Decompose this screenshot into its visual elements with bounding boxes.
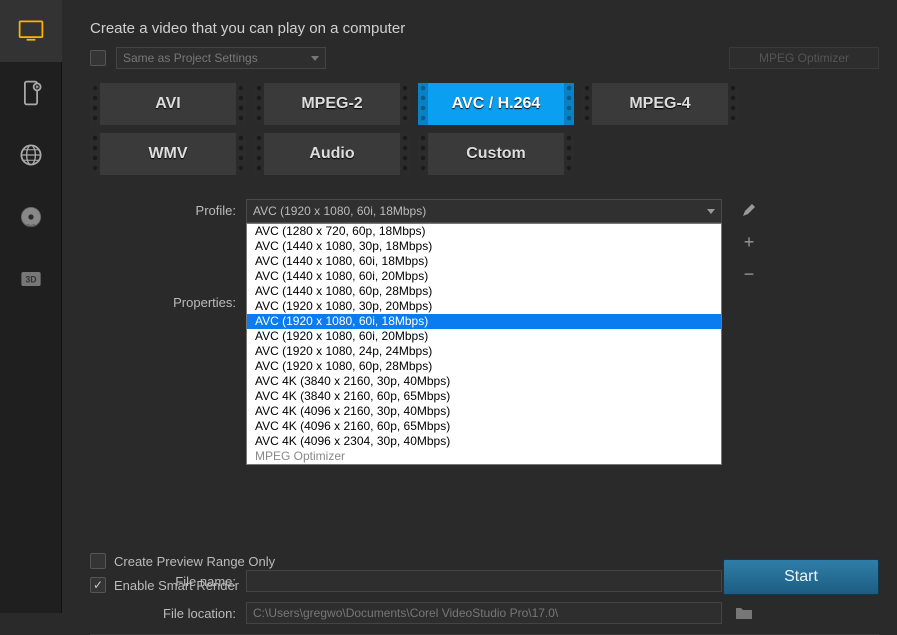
minus-icon: − bbox=[744, 264, 755, 285]
profile-option[interactable]: AVC (1440 x 1080, 30p, 18Mbps) bbox=[247, 239, 721, 254]
page-title: Create a video that you can play on a co… bbox=[90, 20, 879, 37]
main-panel: Create a video that you can play on a co… bbox=[62, 0, 897, 613]
add-profile-button[interactable]: + bbox=[738, 231, 760, 253]
mpeg-optimizer-button: MPEG Optimizer bbox=[729, 47, 879, 69]
globe-icon bbox=[16, 141, 46, 169]
profile-option[interactable]: AVC (1920 x 1080, 60p, 28Mbps) bbox=[247, 359, 721, 374]
project-settings-label: Same as Project Settings bbox=[123, 51, 258, 65]
profile-option[interactable]: AVC 4K (4096 x 2304, 30p, 40Mbps) bbox=[247, 434, 721, 449]
mobile-icon bbox=[16, 79, 46, 107]
sidebar-item-computer[interactable] bbox=[0, 0, 62, 62]
smart-render-checkbox[interactable] bbox=[90, 577, 106, 593]
sidebar-item-mobile[interactable] bbox=[0, 62, 62, 124]
browse-folder-button[interactable] bbox=[732, 602, 756, 624]
profile-option[interactable]: AVC 4K (3840 x 2160, 60p, 65Mbps) bbox=[247, 389, 721, 404]
profile-option[interactable]: AVC (1920 x 1080, 60i, 18Mbps) bbox=[247, 314, 721, 329]
chevron-down-icon bbox=[707, 209, 715, 214]
profile-option[interactable]: AVC (1920 x 1080, 60i, 20Mbps) bbox=[247, 329, 721, 344]
file-location-label: File location: bbox=[90, 606, 236, 621]
monitor-icon bbox=[16, 17, 46, 45]
profile-selected-value: AVC (1920 x 1080, 60i, 18Mbps) bbox=[253, 204, 426, 218]
chevron-down-icon bbox=[311, 56, 319, 61]
format-tile-avi[interactable]: AVI bbox=[90, 83, 246, 125]
preview-range-label: Create Preview Range Only bbox=[114, 554, 275, 569]
profile-option[interactable]: AVC (1440 x 1080, 60i, 20Mbps) bbox=[247, 269, 721, 284]
format-tile-wmv[interactable]: WMV bbox=[90, 133, 246, 175]
format-tiles: AVIMPEG-2AVC / H.264MPEG-4 WMVAudioCustom bbox=[90, 83, 879, 175]
profile-select[interactable]: AVC (1920 x 1080, 60i, 18Mbps) bbox=[246, 199, 722, 223]
format-tile-audio[interactable]: Audio bbox=[254, 133, 410, 175]
remove-profile-button[interactable]: − bbox=[738, 263, 760, 285]
profile-option[interactable]: AVC 4K (4096 x 2160, 60p, 65Mbps) bbox=[247, 419, 721, 434]
same-as-project-checkbox[interactable] bbox=[90, 50, 106, 66]
disc-icon: DVD bbox=[16, 203, 46, 231]
profile-option[interactable]: AVC (1280 x 720, 60p, 18Mbps) bbox=[247, 224, 721, 239]
plus-icon: + bbox=[744, 232, 755, 253]
profile-option[interactable]: AVC 4K (4096 x 2160, 30p, 40Mbps) bbox=[247, 404, 721, 419]
file-location-input[interactable]: C:\Users\gregwo\Documents\Corel VideoStu… bbox=[246, 602, 722, 624]
format-tile-custom[interactable]: Custom bbox=[418, 133, 574, 175]
sidebar-item-3d[interactable]: 3D bbox=[0, 248, 62, 310]
svg-text:3D: 3D bbox=[25, 275, 36, 285]
edit-profile-button[interactable] bbox=[738, 199, 760, 221]
smart-render-label: Enable Smart Render bbox=[114, 578, 239, 593]
format-tile-avc-h-264[interactable]: AVC / H.264 bbox=[418, 83, 574, 125]
profile-option[interactable]: AVC (1440 x 1080, 60p, 28Mbps) bbox=[247, 284, 721, 299]
project-settings-select[interactable]: Same as Project Settings bbox=[116, 47, 326, 69]
format-tile-mpeg-2[interactable]: MPEG-2 bbox=[254, 83, 410, 125]
preview-range-checkbox[interactable] bbox=[90, 553, 106, 569]
profile-label: Profile: bbox=[90, 199, 236, 218]
profile-dropdown[interactable]: AVC (1280 x 720, 60p, 18Mbps)AVC (1440 x… bbox=[246, 223, 722, 465]
profile-option[interactable]: AVC (1920 x 1080, 24p, 24Mbps) bbox=[247, 344, 721, 359]
profile-option[interactable]: AVC 4K (3840 x 2160, 30p, 40Mbps) bbox=[247, 374, 721, 389]
start-button[interactable]: Start bbox=[723, 559, 879, 595]
sidebar-item-disc[interactable]: DVD bbox=[0, 186, 62, 248]
sidebar-item-web[interactable] bbox=[0, 124, 62, 186]
properties-label: Properties: bbox=[90, 291, 236, 310]
profile-option[interactable]: AVC (1920 x 1080, 30p, 20Mbps) bbox=[247, 299, 721, 314]
pencil-icon bbox=[741, 202, 757, 218]
profile-option[interactable]: MPEG Optimizer bbox=[247, 449, 721, 464]
sidebar: DVD 3D bbox=[0, 0, 62, 613]
svg-text:DVD: DVD bbox=[26, 224, 35, 229]
format-tile-mpeg-4[interactable]: MPEG-4 bbox=[582, 83, 738, 125]
folder-icon bbox=[735, 605, 753, 621]
profile-option[interactable]: AVC (1440 x 1080, 60i, 18Mbps) bbox=[247, 254, 721, 269]
3d-icon: 3D bbox=[16, 265, 46, 293]
